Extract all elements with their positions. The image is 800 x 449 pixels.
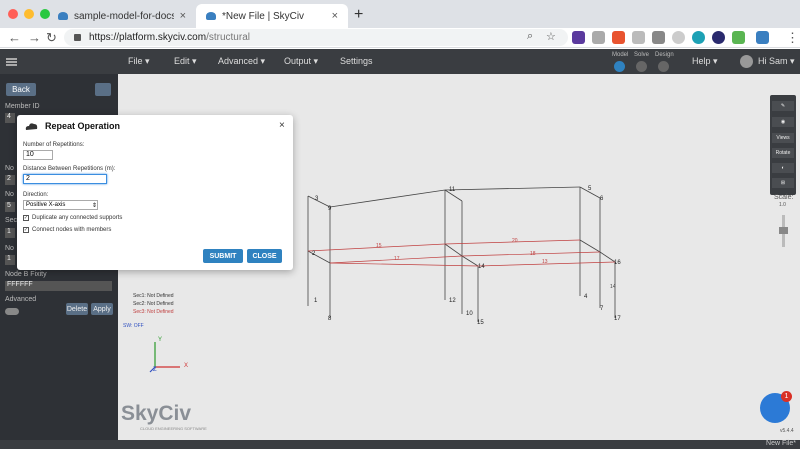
- checkbox-checked-icon: ✓: [23, 215, 29, 221]
- select-arrow-icon: ⇕: [91, 202, 97, 209]
- node-label: 17: [614, 316, 621, 322]
- direction-value: Positive X-axis: [26, 202, 66, 208]
- submit-button[interactable]: SUBMIT: [203, 249, 243, 263]
- scale-value: 1.0: [779, 202, 786, 208]
- views-button[interactable]: Views: [772, 133, 794, 143]
- checkbox-checked-icon: ✓: [23, 227, 29, 233]
- node-label: 15: [477, 320, 484, 326]
- duplicate-supports-label: Duplicate any connected supports: [32, 215, 123, 221]
- member-label: 13: [542, 259, 548, 265]
- node-label: 6: [600, 196, 604, 202]
- duplicate-supports-checkbox[interactable]: ✓ Duplicate any connected supports: [23, 215, 122, 221]
- axis-z-label: Z: [153, 367, 157, 373]
- direction-select[interactable]: Positive X-axis ⇕: [23, 200, 98, 210]
- member-label: 17: [394, 256, 400, 262]
- node-label: 11: [449, 187, 456, 193]
- chat-badge: 1: [781, 391, 792, 402]
- repetitions-input[interactable]: 10: [23, 150, 53, 160]
- status-bar: New File*: [0, 440, 800, 449]
- node-label: 4: [584, 294, 588, 300]
- axis-y-label: Y: [158, 337, 163, 343]
- repetitions-label: Number of Repetitions:: [23, 142, 85, 148]
- skyciv-watermark-logo: SkyCiv: [121, 402, 192, 425]
- camera-icon[interactable]: ◐: [772, 163, 794, 173]
- pencil-icon[interactable]: ✎: [772, 101, 794, 111]
- connect-nodes-label: Connect nodes with members: [32, 227, 112, 233]
- eye-icon[interactable]: ◉: [772, 117, 794, 127]
- axis-x-label: X: [184, 363, 189, 369]
- node-label: 3: [315, 196, 319, 202]
- close-icon[interactable]: ×: [279, 120, 285, 131]
- direction-label: Direction:: [23, 192, 49, 198]
- version-label: v5.4.4: [780, 428, 794, 434]
- node-label: 16: [614, 260, 621, 266]
- member-label: 15: [376, 243, 382, 249]
- scale-label: Scale:: [774, 194, 794, 201]
- close-button[interactable]: CLOSE: [247, 249, 282, 263]
- node-label: 2: [312, 251, 316, 257]
- node-label: 7: [600, 306, 604, 312]
- repeat-operation-dialog: Repeat Operation × Number of Repetitions…: [17, 115, 293, 270]
- grid-icon[interactable]: ⊞: [772, 178, 794, 188]
- member-label: 20: [512, 238, 518, 244]
- view-tools-panel: ✎ ◉ Views Rotate ◐ ⊞: [770, 95, 796, 195]
- node-label: 8: [328, 316, 332, 322]
- node-label: 1: [314, 298, 318, 304]
- scale-slider-handle[interactable]: [779, 227, 788, 234]
- section-label: Sec2: Not Defined: [133, 301, 174, 307]
- node-label: 10: [466, 311, 473, 317]
- node-label: 9: [328, 206, 332, 212]
- rotate-button[interactable]: Rotate: [772, 148, 794, 158]
- section-label: Sec3: Not Defined: [133, 309, 174, 315]
- watermark-subtitle: CLOUD ENGINEERING SOFTWARE: [140, 426, 207, 431]
- node-label: 5: [588, 186, 592, 192]
- dialog-title: Repeat Operation: [45, 121, 121, 131]
- self-weight-label: SW: OFF: [123, 323, 144, 329]
- file-status: New File*: [766, 440, 796, 447]
- node-label: 12: [449, 298, 456, 304]
- skyciv-logo-icon: [25, 123, 38, 130]
- connect-nodes-checkbox[interactable]: ✓ Connect nodes with members: [23, 227, 111, 233]
- distance-input[interactable]: 2: [23, 174, 107, 184]
- distance-label: Distance Between Repetitions (m):: [23, 166, 116, 172]
- section-label: Sec1: Not Defined: [133, 293, 174, 299]
- node-label: 14: [478, 264, 485, 270]
- member-label: 18: [530, 251, 536, 257]
- member-label: 14: [610, 284, 616, 290]
